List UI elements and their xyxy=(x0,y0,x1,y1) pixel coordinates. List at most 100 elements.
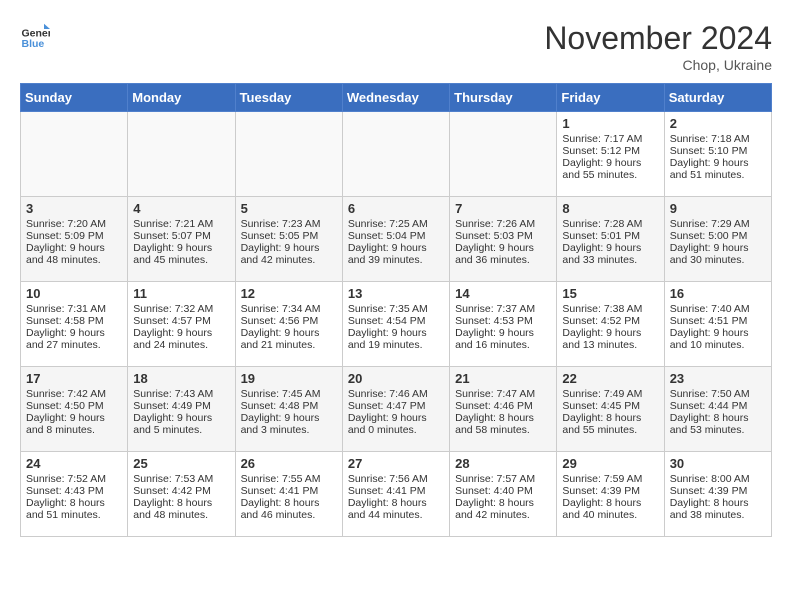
sunrise-text: Sunrise: 7:29 AM xyxy=(670,218,766,230)
svg-text:Blue: Blue xyxy=(22,38,45,50)
day-number: 8 xyxy=(562,201,658,216)
calendar-cell: 24Sunrise: 7:52 AMSunset: 4:43 PMDayligh… xyxy=(21,452,128,537)
sunset-text: Sunset: 4:41 PM xyxy=(348,485,444,497)
calendar-cell xyxy=(450,112,557,197)
day-number: 4 xyxy=(133,201,229,216)
calendar-cell: 16Sunrise: 7:40 AMSunset: 4:51 PMDayligh… xyxy=(664,282,771,367)
daylight-text: Daylight: 9 hours and 24 minutes. xyxy=(133,327,229,351)
day-number: 11 xyxy=(133,286,229,301)
day-number: 19 xyxy=(241,371,337,386)
day-number: 13 xyxy=(348,286,444,301)
day-number: 30 xyxy=(670,456,766,471)
calendar-cell: 15Sunrise: 7:38 AMSunset: 4:52 PMDayligh… xyxy=(557,282,664,367)
daylight-text: Daylight: 8 hours and 42 minutes. xyxy=(455,497,551,521)
sunrise-text: Sunrise: 7:31 AM xyxy=(26,303,122,315)
header-saturday: Saturday xyxy=(664,84,771,112)
sunset-text: Sunset: 4:46 PM xyxy=(455,400,551,412)
calendar-cell: 25Sunrise: 7:53 AMSunset: 4:42 PMDayligh… xyxy=(128,452,235,537)
sunset-text: Sunset: 5:10 PM xyxy=(670,145,766,157)
sunset-text: Sunset: 4:39 PM xyxy=(670,485,766,497)
header-sunday: Sunday xyxy=(21,84,128,112)
calendar-cell: 14Sunrise: 7:37 AMSunset: 4:53 PMDayligh… xyxy=(450,282,557,367)
day-number: 7 xyxy=(455,201,551,216)
sunrise-text: Sunrise: 7:55 AM xyxy=(241,473,337,485)
calendar-cell: 22Sunrise: 7:49 AMSunset: 4:45 PMDayligh… xyxy=(557,367,664,452)
daylight-text: Daylight: 9 hours and 13 minutes. xyxy=(562,327,658,351)
daylight-text: Daylight: 8 hours and 38 minutes. xyxy=(670,497,766,521)
sunrise-text: Sunrise: 7:20 AM xyxy=(26,218,122,230)
day-number: 20 xyxy=(348,371,444,386)
sunrise-text: Sunrise: 7:56 AM xyxy=(348,473,444,485)
sunset-text: Sunset: 4:47 PM xyxy=(348,400,444,412)
daylight-text: Daylight: 9 hours and 10 minutes. xyxy=(670,327,766,351)
calendar-week-row: 10Sunrise: 7:31 AMSunset: 4:58 PMDayligh… xyxy=(21,282,772,367)
sunset-text: Sunset: 5:12 PM xyxy=(562,145,658,157)
calendar-cell: 5Sunrise: 7:23 AMSunset: 5:05 PMDaylight… xyxy=(235,197,342,282)
logo: General Blue xyxy=(20,20,50,50)
calendar-week-row: 1Sunrise: 7:17 AMSunset: 5:12 PMDaylight… xyxy=(21,112,772,197)
daylight-text: Daylight: 9 hours and 8 minutes. xyxy=(26,412,122,436)
daylight-text: Daylight: 9 hours and 39 minutes. xyxy=(348,242,444,266)
calendar-cell: 10Sunrise: 7:31 AMSunset: 4:58 PMDayligh… xyxy=(21,282,128,367)
header-thursday: Thursday xyxy=(450,84,557,112)
calendar-cell: 26Sunrise: 7:55 AMSunset: 4:41 PMDayligh… xyxy=(235,452,342,537)
daylight-text: Daylight: 9 hours and 51 minutes. xyxy=(670,157,766,181)
location-subtitle: Chop, Ukraine xyxy=(544,57,772,73)
sunrise-text: Sunrise: 7:53 AM xyxy=(133,473,229,485)
sunrise-text: Sunrise: 7:37 AM xyxy=(455,303,551,315)
daylight-text: Daylight: 9 hours and 48 minutes. xyxy=(26,242,122,266)
sunrise-text: Sunrise: 7:38 AM xyxy=(562,303,658,315)
daylight-text: Daylight: 9 hours and 19 minutes. xyxy=(348,327,444,351)
sunset-text: Sunset: 5:03 PM xyxy=(455,230,551,242)
sunrise-text: Sunrise: 7:23 AM xyxy=(241,218,337,230)
calendar-cell: 21Sunrise: 7:47 AMSunset: 4:46 PMDayligh… xyxy=(450,367,557,452)
sunrise-text: Sunrise: 7:42 AM xyxy=(26,388,122,400)
sunrise-text: Sunrise: 7:40 AM xyxy=(670,303,766,315)
daylight-text: Daylight: 8 hours and 55 minutes. xyxy=(562,412,658,436)
day-number: 18 xyxy=(133,371,229,386)
header-monday: Monday xyxy=(128,84,235,112)
calendar-week-row: 17Sunrise: 7:42 AMSunset: 4:50 PMDayligh… xyxy=(21,367,772,452)
sunrise-text: Sunrise: 7:47 AM xyxy=(455,388,551,400)
daylight-text: Daylight: 8 hours and 48 minutes. xyxy=(133,497,229,521)
sunset-text: Sunset: 5:04 PM xyxy=(348,230,444,242)
sunset-text: Sunset: 4:40 PM xyxy=(455,485,551,497)
day-number: 2 xyxy=(670,116,766,131)
day-number: 29 xyxy=(562,456,658,471)
calendar-cell xyxy=(21,112,128,197)
day-number: 10 xyxy=(26,286,122,301)
daylight-text: Daylight: 9 hours and 21 minutes. xyxy=(241,327,337,351)
calendar-cell xyxy=(235,112,342,197)
daylight-text: Daylight: 8 hours and 58 minutes. xyxy=(455,412,551,436)
calendar-cell: 1Sunrise: 7:17 AMSunset: 5:12 PMDaylight… xyxy=(557,112,664,197)
calendar-cell: 13Sunrise: 7:35 AMSunset: 4:54 PMDayligh… xyxy=(342,282,449,367)
calendar-cell: 6 Sunrise: 7:25 AMSunset: 5:04 PMDaylight… xyxy=(342,197,449,282)
calendar-cell: 27Sunrise: 7:56 AMSunset: 4:41 PMDayligh… xyxy=(342,452,449,537)
logo-icon: General Blue xyxy=(20,20,50,50)
daylight-text: Daylight: 9 hours and 45 minutes. xyxy=(133,242,229,266)
day-number: 6 xyxy=(348,201,444,216)
calendar-cell: 3Sunrise: 7:20 AMSunset: 5:09 PMDaylight… xyxy=(21,197,128,282)
day-number: 15 xyxy=(562,286,658,301)
sunset-text: Sunset: 5:05 PM xyxy=(241,230,337,242)
sunset-text: Sunset: 4:54 PM xyxy=(348,315,444,327)
title-block: November 2024 Chop, Ukraine xyxy=(544,20,772,73)
sunrise-text: Sunrise: 7:34 AM xyxy=(241,303,337,315)
daylight-text: Daylight: 9 hours and 55 minutes. xyxy=(562,157,658,181)
sunrise-text: Sunrise: 7:18 AM xyxy=(670,133,766,145)
sunrise-text: Sunrise: 7:49 AM xyxy=(562,388,658,400)
day-number: 24 xyxy=(26,456,122,471)
sunrise-text: Sunrise: 7:32 AM xyxy=(133,303,229,315)
calendar-cell: 12Sunrise: 7:34 AMSunset: 4:56 PMDayligh… xyxy=(235,282,342,367)
daylight-text: Daylight: 9 hours and 3 minutes. xyxy=(241,412,337,436)
sunrise-text: Sunrise: 7:25 AM xyxy=(348,218,444,230)
daylight-text: Daylight: 9 hours and 33 minutes. xyxy=(562,242,658,266)
sunset-text: Sunset: 4:43 PM xyxy=(26,485,122,497)
daylight-text: Daylight: 9 hours and 16 minutes. xyxy=(455,327,551,351)
sunset-text: Sunset: 5:07 PM xyxy=(133,230,229,242)
sunrise-text: Sunrise: 7:26 AM xyxy=(455,218,551,230)
day-number: 27 xyxy=(348,456,444,471)
daylight-text: Daylight: 9 hours and 0 minutes. xyxy=(348,412,444,436)
sunrise-text: Sunrise: 7:43 AM xyxy=(133,388,229,400)
header-tuesday: Tuesday xyxy=(235,84,342,112)
